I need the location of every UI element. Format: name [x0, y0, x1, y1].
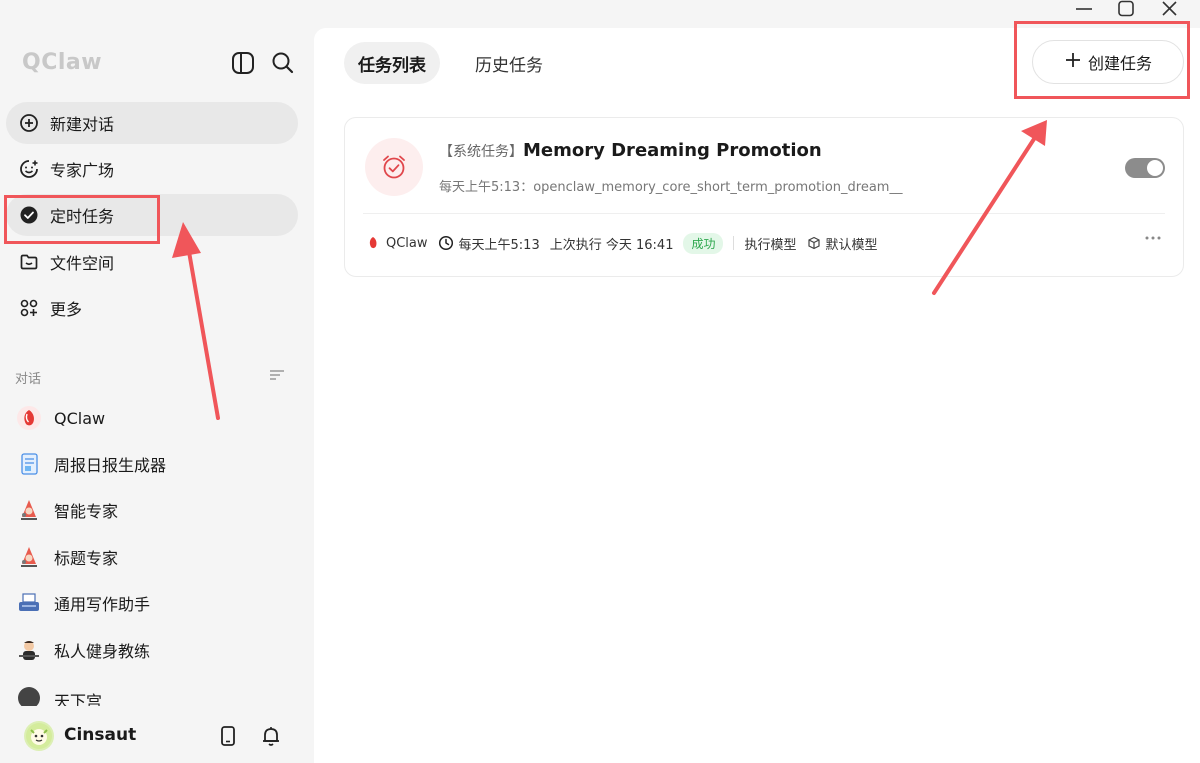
conversation-qclaw[interactable]: QClaw — [14, 398, 298, 438]
highlight-box-scheduled-tasks — [4, 195, 160, 244]
folder-icon — [18, 251, 40, 273]
conversation-title-expert[interactable]: 标题专家 — [14, 537, 298, 577]
task-agent: QClaw — [365, 235, 428, 251]
task-model: 默认模型 — [807, 234, 878, 253]
task-title: 【系统任务】Memory Dreaming Promotion — [439, 140, 822, 161]
maximize-icon[interactable] — [1114, 0, 1138, 18]
phone-icon[interactable] — [216, 724, 240, 748]
sidebar-item-label: 专家广场 — [50, 161, 115, 180]
task-agent-label: QClaw — [386, 235, 428, 251]
sidebar-item-files[interactable]: 文件空间 — [6, 241, 298, 283]
conversation-smart-expert[interactable]: 智能专家 — [14, 490, 298, 530]
brand-row: QClaw — [22, 48, 302, 80]
conversation-weekly-report[interactable]: 周报日报生成器 — [14, 444, 298, 484]
conversation-partial[interactable]: 天下宫 — [14, 676, 298, 706]
tab-task-list[interactable]: 任务列表 — [344, 42, 440, 84]
conversation-label: 天下宫 — [54, 692, 103, 706]
smile-icon — [18, 158, 40, 180]
conversations-section-label: 对话 — [15, 372, 42, 387]
sort-icon[interactable] — [267, 366, 287, 384]
sidebar-item-label: 更多 — [50, 300, 83, 319]
clock-icon — [438, 235, 453, 251]
conversation-label: 周报日报生成器 — [54, 456, 167, 475]
search-icon[interactable] — [270, 50, 296, 76]
sidebar-item-label: 文件空间 — [50, 254, 115, 273]
task-model-value: 默认模型 — [825, 237, 878, 253]
task-meta-row: QClaw 每天上午5:13 上次执行 今天 16:41 成功 执行模型 默认模… — [365, 231, 888, 255]
sidebar-item-label: 新建对话 — [50, 115, 115, 134]
sidebar-toggle-icon[interactable] — [230, 50, 256, 76]
task-schedule-label: 每天上午5:13 — [458, 237, 540, 253]
meta-divider — [733, 236, 735, 250]
card-divider — [363, 213, 1165, 214]
tab-label: 历史任务 — [475, 55, 543, 76]
expert-icon — [14, 495, 44, 525]
user-name: Cinsaut — [64, 725, 137, 745]
task-enable-toggle[interactable] — [1125, 158, 1165, 178]
sidebar: QClaw 新建对话 专家广场 定时任务 文件空间 更多 对话 QClaw 周报… — [0, 0, 314, 763]
tab-history[interactable]: 历史任务 — [461, 42, 557, 84]
task-model-label: 执行模型 — [744, 237, 797, 253]
conversation-label: 智能专家 — [54, 502, 119, 521]
more-options-icon[interactable] — [1141, 231, 1165, 251]
expert-icon — [14, 542, 44, 572]
qclaw-logo-icon — [369, 237, 377, 249]
tab-label: 任务列表 — [358, 55, 426, 76]
document-icon — [14, 449, 44, 479]
conversation-label: 标题专家 — [54, 549, 119, 568]
task-card[interactable]: 【系统任务】Memory Dreaming Promotion 每天上午5:13… — [344, 117, 1184, 277]
sidebar-item-more[interactable]: 更多 — [6, 287, 298, 329]
avatar[interactable] — [24, 721, 54, 751]
apps-grid-icon — [18, 297, 40, 319]
task-prefix: 【系统任务】 — [439, 144, 523, 160]
bell-icon[interactable] — [259, 724, 283, 748]
close-icon[interactable] — [1158, 0, 1182, 18]
fitness-icon — [14, 635, 44, 665]
minimize-icon[interactable] — [1072, 0, 1096, 18]
user-bar: Cinsaut — [0, 712, 314, 763]
qclaw-logo-icon — [14, 403, 44, 433]
sidebar-item-new-chat[interactable]: 新建对话 — [6, 102, 298, 144]
status-badge: 成功 — [683, 232, 724, 254]
brand-logo: QClaw — [22, 50, 103, 75]
conversation-label: QClaw — [54, 408, 106, 428]
cube-icon — [807, 236, 820, 250]
conversation-label: 通用写作助手 — [54, 595, 151, 614]
avatar-icon — [14, 683, 44, 706]
task-last-run: 上次执行 今天 16:41 — [549, 237, 674, 253]
conversation-fitness-coach[interactable]: 私人健身教练 — [14, 630, 298, 670]
typewriter-icon — [14, 588, 44, 618]
task-description: 每天上午5:13：openclaw_memory_core_short_term… — [439, 180, 903, 195]
toggle-knob — [1147, 160, 1163, 176]
sidebar-item-experts[interactable]: 专家广场 — [6, 148, 298, 190]
task-schedule: 每天上午5:13 — [438, 234, 540, 253]
conversation-label: 私人健身教练 — [54, 642, 151, 661]
highlight-box-create-task — [1014, 21, 1190, 99]
task-name: Memory Dreaming Promotion — [523, 140, 822, 161]
conversation-writing-assistant[interactable]: 通用写作助手 — [14, 583, 298, 623]
alarm-clock-icon — [365, 138, 423, 196]
plus-circle-icon — [18, 112, 40, 134]
